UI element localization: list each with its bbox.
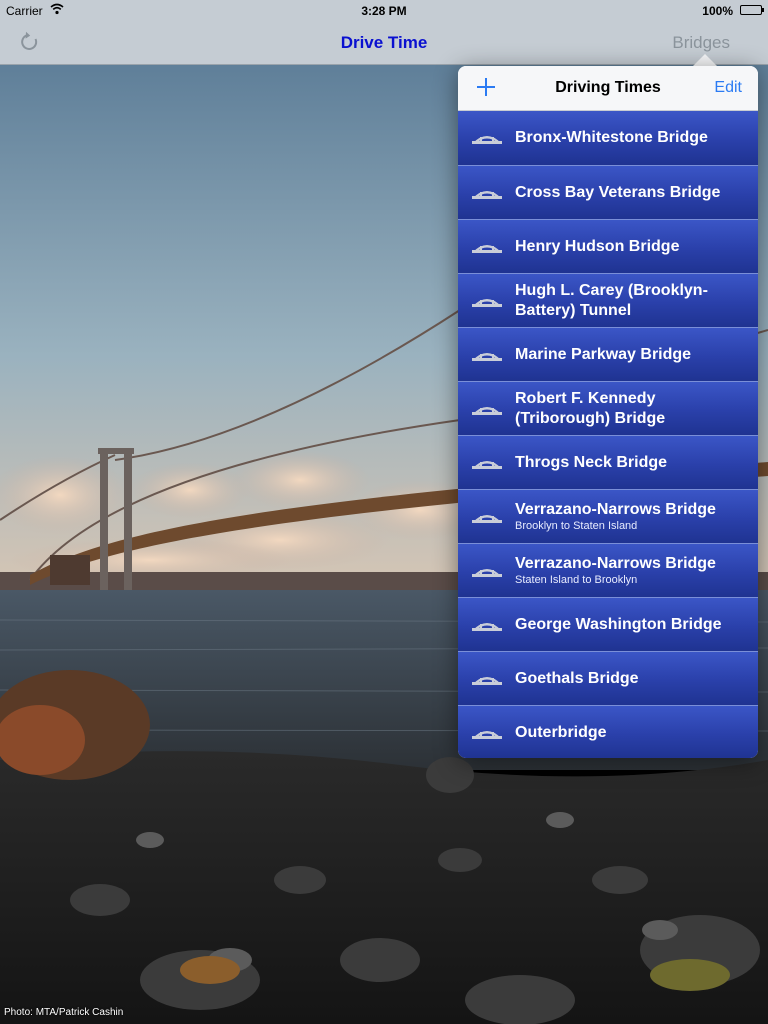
bridge-row-text: Hugh L. Carey (Brooklyn-Battery) Tunnel bbox=[515, 274, 748, 327]
bridge-icon bbox=[472, 240, 502, 254]
bridge-name: Henry Hudson Bridge bbox=[515, 237, 680, 255]
bridge-name: Bronx-Whitestone Bridge bbox=[515, 129, 708, 146]
bridge-row[interactable]: Goethals Bridge bbox=[458, 651, 758, 705]
status-time: 3:28 PM bbox=[361, 4, 407, 18]
bridge-row[interactable]: George Washington Bridge bbox=[458, 597, 758, 651]
bridge-row[interactable]: Verrazano-Narrows Bridge Staten Island to… bbox=[458, 543, 758, 597]
bridge-icon bbox=[472, 618, 502, 632]
bridge-row-text: Robert F. Kennedy (Triborough) Bridge bbox=[515, 382, 748, 435]
bridge-name: Verrazano-Narrows Bridge bbox=[515, 555, 716, 572]
photo-credit: Photo: MTA/Patrick Cashin bbox=[4, 1007, 124, 1018]
bridge-direction: Staten Island to Brooklyn bbox=[515, 574, 638, 586]
bridge-name: Throgs Neck Bridge bbox=[515, 453, 668, 471]
bridge-icon bbox=[472, 186, 502, 200]
bridge-name: Verrazano-Narrows Bridge bbox=[515, 501, 716, 518]
battery-percentage: 100% bbox=[702, 4, 733, 18]
bridge-icon bbox=[472, 672, 502, 686]
popover-header: Driving Times Edit bbox=[458, 66, 758, 111]
bridge-row-text: Cross Bay Veterans Bridge bbox=[515, 166, 748, 219]
bridge-row[interactable]: Bronx-Whitestone Bridge bbox=[458, 111, 758, 165]
bridge-icon bbox=[472, 402, 502, 416]
status-bar: Carrier 3:28 PM 100% bbox=[0, 0, 768, 20]
bridge-name: Robert F. Kennedy (Triborough) Bridge bbox=[515, 389, 666, 427]
bridge-row[interactable]: Outerbridge bbox=[458, 705, 758, 758]
bridge-row[interactable]: Cross Bay Veterans Bridge bbox=[458, 165, 758, 219]
bridge-row[interactable]: Hugh L. Carey (Brooklyn-Battery) Tunnel bbox=[458, 273, 758, 327]
bridge-row-text: Verrazano-Narrows Bridge Staten Island to… bbox=[515, 544, 748, 597]
bridge-icon bbox=[472, 564, 502, 578]
bridge-row-text: Verrazano-Narrows Bridge Brooklyn to Stat… bbox=[515, 490, 748, 543]
bridge-name: George Washington Bridge bbox=[515, 615, 722, 633]
bridge-row-text: Throgs Neck Bridge bbox=[515, 436, 748, 489]
bridge-icon bbox=[472, 456, 502, 470]
edit-button[interactable]: Edit bbox=[714, 79, 742, 97]
bridge-name: Cross Bay Veterans Bridge bbox=[515, 183, 721, 201]
bridge-name: Goethals Bridge bbox=[515, 669, 639, 687]
bridge-row-text: Bronx-Whitestone Bridge bbox=[515, 111, 748, 165]
bridge-row-text: George Washington Bridge bbox=[515, 598, 748, 651]
bridge-icon bbox=[472, 348, 502, 362]
bridge-row[interactable]: Robert F. Kennedy (Triborough) Bridge bbox=[458, 381, 758, 435]
bridge-row-text: Marine Parkway Bridge bbox=[515, 328, 748, 381]
bridge-row-text: Henry Hudson Bridge bbox=[515, 220, 748, 273]
bridge-name: Outerbridge bbox=[515, 723, 607, 741]
bridge-name: Marine Parkway Bridge bbox=[515, 345, 692, 363]
bridge-icon bbox=[472, 294, 502, 308]
nav-title: Drive Time bbox=[340, 33, 428, 52]
driving-times-popover: Driving Times Edit Bronx-Whitestone Brid… bbox=[458, 66, 758, 758]
bridge-row[interactable]: Throgs Neck Bridge bbox=[458, 435, 758, 489]
bridge-list: Bronx-Whitestone Bridge Cross Bay Veteran… bbox=[458, 111, 758, 758]
bridge-icon bbox=[472, 510, 502, 524]
refresh-icon[interactable] bbox=[18, 30, 42, 54]
bridge-row[interactable]: Marine Parkway Bridge bbox=[458, 327, 758, 381]
battery-icon bbox=[740, 5, 764, 15]
bridge-row[interactable]: Henry Hudson Bridge bbox=[458, 219, 758, 273]
navigation-bar: Drive Time Bridges bbox=[0, 20, 768, 65]
bridge-name: Hugh L. Carey (Brooklyn-Battery) Tunnel bbox=[515, 281, 708, 319]
bridge-direction: Brooklyn to Staten Island bbox=[515, 520, 638, 532]
bridge-icon bbox=[472, 726, 502, 740]
bridges-button[interactable]: Bridges bbox=[672, 33, 730, 53]
plus-icon[interactable] bbox=[474, 75, 498, 99]
bridge-icon bbox=[472, 131, 502, 145]
bridge-row-text: Outerbridge bbox=[515, 706, 748, 758]
popover-title: Driving Times bbox=[555, 79, 661, 96]
bridge-row-text: Goethals Bridge bbox=[515, 652, 748, 705]
bridge-row[interactable]: Verrazano-Narrows Bridge Brooklyn to Stat… bbox=[458, 489, 758, 543]
